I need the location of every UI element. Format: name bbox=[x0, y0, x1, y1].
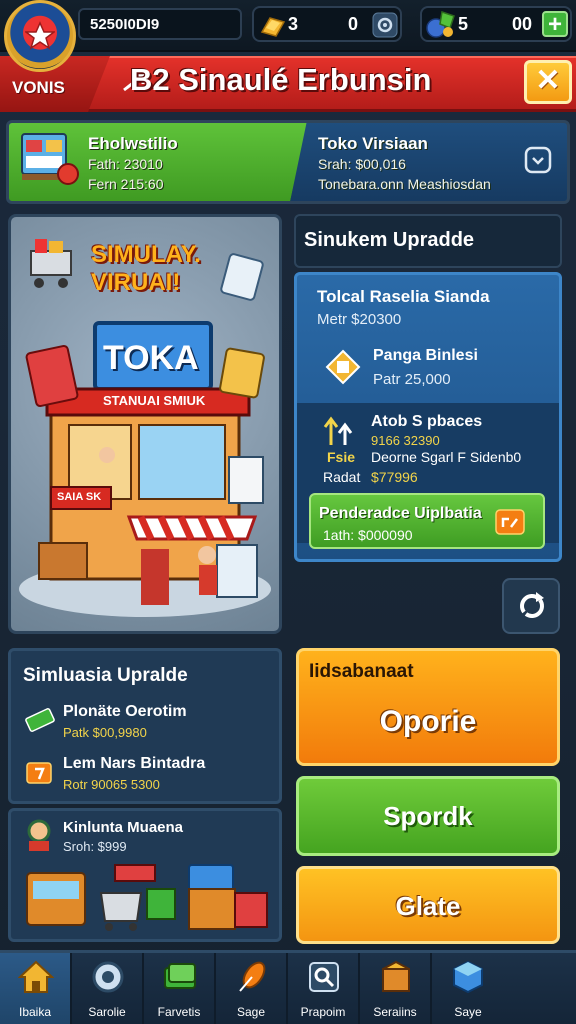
purchase-upgrade-sub: 1ath: $000090 bbox=[323, 527, 413, 543]
upgrade-item2-sub1: 9166 32390 bbox=[371, 433, 440, 448]
resource2-value: 5 bbox=[458, 14, 469, 34]
upgrade-main-sub: Metr $20300 bbox=[317, 311, 402, 328]
resource1-value: 3 bbox=[288, 14, 299, 34]
refresh-icon bbox=[520, 592, 544, 618]
info-left-line2: Fern 215:60 bbox=[88, 176, 164, 192]
info-right-line2: Tonebara.onn Meashiosdan bbox=[318, 176, 491, 192]
dropdown-chevron-icon[interactable] bbox=[524, 146, 552, 174]
mini-card-sub: Sroh: $999 bbox=[63, 839, 127, 854]
settings-gear-icon[interactable] bbox=[372, 12, 398, 38]
upgrade-header: Sinukem Upradde bbox=[294, 214, 562, 268]
upgrade-item2-sub2: Deorne Sgarl F Sidenb0 bbox=[371, 449, 522, 465]
simulation-item1-sub: Patk $00,9980 bbox=[63, 725, 147, 740]
open-button-label: Oporie bbox=[379, 705, 477, 738]
coin-icon bbox=[92, 961, 124, 993]
nav-item-search[interactable]: Prapoim bbox=[288, 953, 360, 1024]
gems-icon bbox=[426, 11, 455, 38]
home-icon bbox=[18, 960, 54, 993]
simulation-upgrade-card: Simluasia Upralde Plonäte Oerotim Patk $… bbox=[8, 648, 282, 804]
gold-bars-icon bbox=[260, 17, 286, 37]
nav-item-sage[interactable]: Sage bbox=[216, 953, 288, 1024]
resource2-count: 00 bbox=[512, 14, 533, 34]
coin-balance: 5250I0DI9 bbox=[78, 8, 242, 40]
store-box-icon bbox=[26, 762, 52, 784]
feather-icon bbox=[239, 961, 266, 992]
nav-label: Seraiins bbox=[373, 1005, 417, 1019]
mini-card-title: Kinlunta Muaena bbox=[63, 819, 184, 836]
upgrade-item2-side: Fsie bbox=[327, 449, 356, 465]
nav-item-money[interactable]: Farvetis bbox=[144, 953, 216, 1024]
upgrade-item2-price: $77996 bbox=[371, 469, 418, 485]
upgrade-badge-icon bbox=[495, 509, 525, 535]
shop-counter-icon bbox=[21, 133, 79, 185]
shop-illustration-card[interactable]: SIMULAY. VIRUAI! TOKA STANUAI SMIUK SAIA… bbox=[8, 214, 282, 634]
cash-icon bbox=[25, 708, 55, 732]
shop-headline-1: SIMULAY. bbox=[91, 241, 201, 268]
nav-label: Sage bbox=[236, 1005, 266, 1019]
mini-shop-card[interactable]: Kinlunta Muaena Sroh: $999 bbox=[8, 808, 282, 942]
upgrade-arrows-icon bbox=[323, 416, 353, 445]
simulation-item2-sub: Rotr 90065 5300 bbox=[63, 777, 160, 792]
simulation-item1-title: Plonäte Oerotim bbox=[63, 703, 187, 720]
shopkeeper-avatar-icon bbox=[27, 819, 51, 851]
upgrade-item2-label: Radat bbox=[323, 469, 361, 485]
info-right-title: Toko Virsiaan bbox=[318, 134, 428, 153]
info-left-title: Eholwstilio bbox=[88, 134, 178, 153]
upgrade-item2-title: Atob S pbaces bbox=[371, 413, 483, 430]
search-icon bbox=[309, 962, 339, 992]
orange-action-button[interactable]: Glate bbox=[296, 866, 560, 944]
store-banner-text: STANUAI SMIUK bbox=[103, 393, 206, 408]
nav-item-boxes[interactable]: Seraiins bbox=[360, 953, 432, 1024]
nav-label: Prapoim bbox=[300, 1005, 346, 1019]
info-right-line1: Srah: $00,016 bbox=[318, 156, 406, 172]
simulation-upgrade-title: Simluasia Upralde bbox=[23, 665, 188, 686]
upgrade-main-title: Tolcal Raselia Sianda bbox=[317, 287, 490, 306]
orange-action-label: Glate bbox=[395, 891, 461, 921]
refresh-button[interactable] bbox=[502, 578, 560, 634]
simulation-item2-title: Lem Nars Bintadra bbox=[63, 755, 206, 772]
bottom-nav: Ibaika Sarolie Farvetis Sage Prapoim Ser… bbox=[0, 950, 576, 1024]
box-icon bbox=[382, 960, 410, 992]
nav-label: Farvetis bbox=[157, 1005, 201, 1019]
upgrade-item1-icon bbox=[325, 349, 361, 385]
player-badge-icon[interactable] bbox=[4, 0, 76, 72]
nav-label: Ibaika bbox=[18, 1005, 52, 1019]
close-button[interactable]: ✕ bbox=[524, 60, 572, 104]
page-title: B2 Sinaulé Erbunsin bbox=[130, 62, 432, 97]
resource-counter-gold[interactable]: 3 0 bbox=[252, 6, 402, 42]
add-gems-button[interactable]: + bbox=[542, 11, 568, 37]
cube-icon bbox=[453, 960, 483, 994]
money-icon bbox=[164, 963, 196, 989]
main-action-card[interactable]: Iidsabanaat Oporie bbox=[296, 648, 560, 766]
green-action-label: Spordk bbox=[383, 801, 473, 831]
upgrade-item1-sub: Patr 25,000 bbox=[373, 371, 451, 388]
banner-tag-label: VONIS bbox=[12, 78, 65, 97]
store-panel-text: SAIA SK bbox=[57, 491, 102, 503]
main-action-label: Iidsabanaat bbox=[309, 661, 414, 682]
resource-counter-gems[interactable]: 5 00 + bbox=[420, 6, 572, 42]
green-action-button[interactable]: Spordk bbox=[296, 776, 560, 856]
shop-headline-2: VIRUAI! bbox=[91, 269, 181, 296]
nav-item-coins[interactable]: Sarolie bbox=[72, 953, 144, 1024]
nav-item-save[interactable]: Saye bbox=[432, 953, 504, 1024]
shop-items-icon bbox=[26, 864, 268, 931]
purchase-upgrade-button[interactable]: Penderadce Uiplbatia 1ath: $000090 bbox=[309, 493, 545, 549]
purchase-upgrade-title: Penderadce Uiplbatia bbox=[319, 505, 482, 522]
store-sign: TOKA bbox=[103, 339, 199, 377]
nav-label: Saye bbox=[454, 1005, 482, 1019]
nav-item-home[interactable]: Ibaika bbox=[0, 953, 72, 1024]
resource1-count: 0 bbox=[348, 14, 359, 34]
info-left-line1: Fath: 23010 bbox=[88, 156, 163, 172]
upgrade-panel: Tolcal Raselia Sianda Metr $20300 Panga … bbox=[294, 272, 562, 562]
upgrade-item1-title: Panga Binlesi bbox=[373, 347, 478, 364]
nav-label: Sarolie bbox=[88, 1005, 126, 1019]
